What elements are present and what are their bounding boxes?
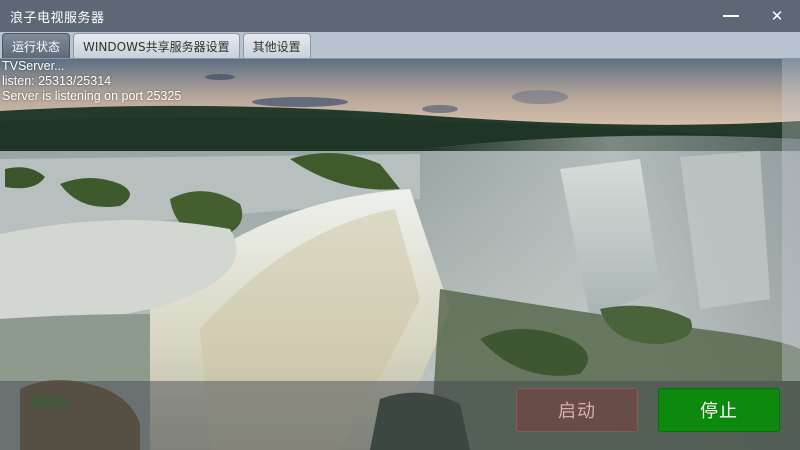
window-title: 浪子电视服务器 [10,10,105,26]
status-panel: TVServer... listen: 25313/25314 Server i… [0,59,800,450]
stop-button[interactable]: 停止 [658,388,780,432]
minimize-button[interactable] [708,0,754,32]
window-controls: ✕ [708,0,800,32]
tab-status[interactable]: 运行状态 [2,33,71,58]
close-button[interactable]: ✕ [754,0,800,32]
start-button[interactable]: 启动 [516,388,638,432]
log-line: listen: 25313/25314 [2,74,112,88]
tab-windows-share-settings[interactable]: WINDOWS共享服务器设置 [73,33,240,58]
log-output: TVServer... listen: 25313/25314 Server i… [2,59,181,104]
minimize-icon [723,15,739,17]
title-bar: 浪子电视服务器 ✕ [0,0,800,32]
tab-other-settings[interactable]: 其他设置 [242,33,311,58]
close-icon: ✕ [770,7,784,25]
log-line: TVServer... [2,59,65,73]
tab-strip: 运行状态 WINDOWS共享服务器设置 其他设置 [0,32,800,59]
vertical-scrollbar[interactable] [782,59,800,381]
log-line: Server is listening on port 25325 [2,89,182,103]
